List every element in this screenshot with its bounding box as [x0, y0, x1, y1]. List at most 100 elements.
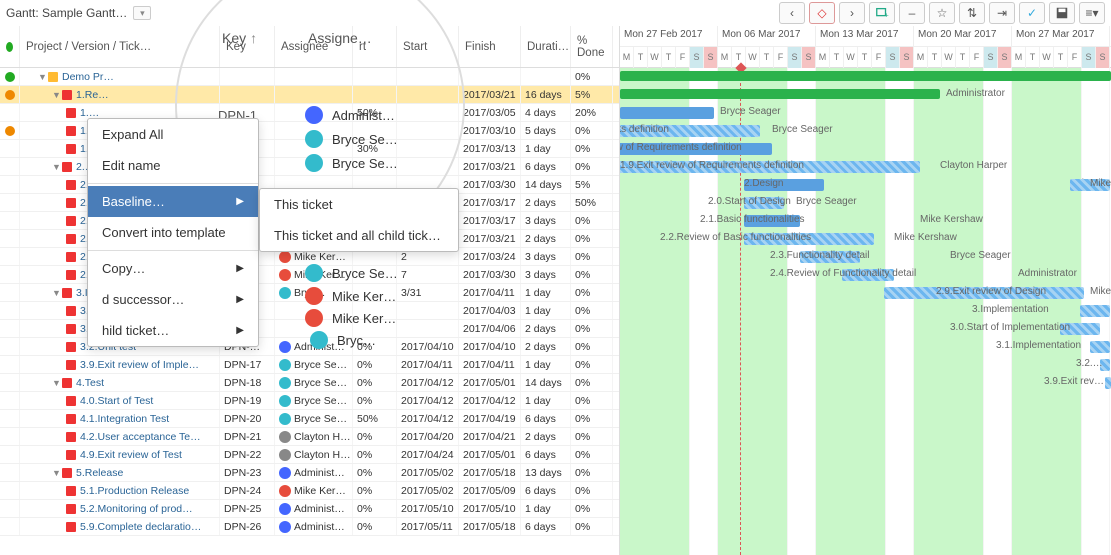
- tool-menu-button[interactable]: ≡▾: [1079, 2, 1105, 24]
- done-cell: 0%: [571, 140, 613, 157]
- assignee-header-zoom[interactable]: Assigne…: [308, 30, 372, 46]
- context-menu-item[interactable]: Edit name: [88, 150, 258, 181]
- row-name-link[interactable]: 4.0.Start of Test: [80, 395, 153, 407]
- duration-cell: 14 days: [521, 176, 571, 193]
- gantt-body[interactable]: AdministratorBryce Seagerrements definit…: [620, 68, 1111, 555]
- tool-save-button[interactable]: [1049, 2, 1075, 24]
- row-name-link[interactable]: 4.2.User acceptance Te…: [80, 431, 201, 443]
- name-cell[interactable]: 5.2.Monitoring of prod…: [20, 500, 220, 517]
- tool-dash-button[interactable]: –: [899, 2, 925, 24]
- row-name-link[interactable]: 1.…: [80, 107, 99, 119]
- tool-star-button[interactable]: ☆: [929, 2, 955, 24]
- name-cell[interactable]: 4.9.Exit review of Test: [20, 446, 220, 463]
- finish-cell: 2017/05/09: [459, 482, 521, 499]
- expand-icon[interactable]: ▼: [38, 72, 46, 82]
- context-menu-item[interactable]: Expand All: [88, 119, 258, 150]
- avatar: [279, 485, 291, 497]
- add-ticket-button[interactable]: +: [869, 2, 895, 24]
- name-cell[interactable]: 5.1.Production Release: [20, 482, 220, 499]
- start-cell: [397, 320, 459, 337]
- table-row[interactable]: ▼Demo Pr…0%: [0, 68, 619, 86]
- table-row[interactable]: ▼5.ReleaseDPN-23Administ…0%2017/05/02201…: [0, 464, 619, 482]
- name-cell[interactable]: 5.9.Complete declaratio…: [20, 518, 220, 535]
- folder-icon: [66, 216, 76, 226]
- gantt-bar[interactable]: [620, 71, 1111, 81]
- table-row[interactable]: 5.1.Production ReleaseDPN-24Mike Ker…0%2…: [0, 482, 619, 500]
- row-name-link[interactable]: 5.Release: [76, 467, 123, 479]
- table-row[interactable]: 4.9.Exit review of TestDPN-22Clayton H…0…: [0, 446, 619, 464]
- context-submenu-item[interactable]: This ticket and all child tick…: [260, 220, 458, 251]
- done-col-header[interactable]: % Done: [571, 26, 613, 67]
- nav-next-button[interactable]: ›: [839, 2, 865, 24]
- row-name-link[interactable]: 4.1.Integration Test: [80, 413, 169, 425]
- gantt-bar[interactable]: [620, 89, 940, 99]
- start-col-header[interactable]: Start: [397, 26, 459, 67]
- key-cell: DPN-24: [220, 482, 275, 499]
- table-row[interactable]: ▼4.TestDPN-18Bryce Se…0%2017/04/122017/0…: [0, 374, 619, 392]
- folder-icon: [66, 486, 76, 496]
- expand-icon[interactable]: ▼: [52, 90, 60, 100]
- duration-cell: 3 days: [521, 266, 571, 283]
- expand-icon[interactable]: ▼: [52, 162, 60, 172]
- expand-icon[interactable]: ▼: [52, 468, 60, 478]
- gantt-bar[interactable]: [1090, 341, 1110, 353]
- table-row[interactable]: 3.9.Exit review of Imple…DPN-17Bryce Se……: [0, 356, 619, 374]
- finish-cell: 2017/04/11: [459, 356, 521, 373]
- context-menu-item[interactable]: Baseline…▶: [88, 186, 258, 217]
- name-cell[interactable]: 4.0.Start of Test: [20, 392, 220, 409]
- context-menu-item[interactable]: hild ticket…▶: [88, 315, 258, 346]
- tool-expand-button[interactable]: ⇅: [959, 2, 985, 24]
- progress-cell: 50%: [353, 410, 397, 427]
- finish-cell: 2017/05/01: [459, 374, 521, 391]
- finish-cell: 2017/05/18: [459, 464, 521, 481]
- gantt-bar[interactable]: [620, 107, 714, 119]
- table-row[interactable]: 4.1.Integration TestDPN-20Bryce Se…50%20…: [0, 410, 619, 428]
- name-cell[interactable]: 3.9.Exit review of Imple…: [20, 356, 220, 373]
- name-cell[interactable]: ▼ 5.Release: [20, 464, 220, 481]
- tool-filter-button[interactable]: ✓: [1019, 2, 1045, 24]
- duration-cell: 6 days: [521, 482, 571, 499]
- row-name-link[interactable]: 3.9.Exit review of Imple…: [80, 359, 199, 371]
- gantt-label: 1.9.Exit review of Requirements definiti…: [620, 160, 804, 171]
- duration-cell: 2 days: [521, 338, 571, 355]
- context-menu-item[interactable]: d successor…▶: [88, 284, 258, 315]
- duration-col-header[interactable]: Durati…: [521, 26, 571, 67]
- table-row[interactable]: 5.9.Complete declaratio…DPN-26Administ…0…: [0, 518, 619, 536]
- expand-icon[interactable]: ▼: [52, 378, 60, 388]
- context-menu-item[interactable]: Convert into template: [88, 217, 258, 248]
- nav-today-button[interactable]: ◇: [809, 2, 835, 24]
- row-name-link[interactable]: 5.2.Monitoring of prod…: [80, 503, 193, 515]
- row-name-link[interactable]: Demo Pr…: [62, 71, 114, 83]
- table-row[interactable]: 5.2.Monitoring of prod…DPN-25Administ…0%…: [0, 500, 619, 518]
- table-row[interactable]: 4.2.User acceptance Te…DPN-21Clayton H…0…: [0, 428, 619, 446]
- tool-indent-button[interactable]: ⇥: [989, 2, 1015, 24]
- name-cell[interactable]: ▼ Demo Pr…: [20, 68, 220, 85]
- row-name-link[interactable]: 5.1.Production Release: [80, 485, 189, 497]
- key-cell: [220, 86, 275, 103]
- row-name-link[interactable]: 5.9.Complete declaratio…: [80, 521, 201, 533]
- avatar-bryce: [305, 130, 323, 148]
- gantt-bar[interactable]: [1105, 377, 1111, 389]
- finish-col-header[interactable]: Finish: [459, 26, 521, 67]
- key-cell: DPN-25: [220, 500, 275, 517]
- name-cell[interactable]: 4.2.User acceptance Te…: [20, 428, 220, 445]
- nav-prev-button[interactable]: ‹: [779, 2, 805, 24]
- context-menu-item[interactable]: Copy…▶: [88, 253, 258, 284]
- duration-cell: 2 days: [521, 428, 571, 445]
- table-row[interactable]: ▼1.Re…2017/03/2116 days5%: [0, 86, 619, 104]
- table-row[interactable]: 4.0.Start of TestDPN-19Bryce Se…0%2017/0…: [0, 392, 619, 410]
- key-header-zoom[interactable]: Key↑: [222, 30, 257, 46]
- name-cell[interactable]: 4.1.Integration Test: [20, 410, 220, 427]
- title-dropdown[interactable]: ▾: [133, 6, 151, 20]
- gantt-bar[interactable]: [1080, 305, 1110, 317]
- name-col-header[interactable]: Project / Version / Tick…: [20, 26, 220, 67]
- expand-icon[interactable]: ▼: [52, 288, 60, 298]
- gantt-label: Mike Ke: [1090, 286, 1111, 297]
- name-cell[interactable]: ▼ 4.Test: [20, 374, 220, 391]
- row-name-link[interactable]: 4.Test: [76, 377, 104, 389]
- row-name-link[interactable]: 1.Re…: [76, 89, 109, 101]
- name-cell[interactable]: ▼ 1.Re…: [20, 86, 220, 103]
- assignee-cell: Clayton H…: [275, 446, 353, 463]
- context-submenu-item[interactable]: This ticket: [260, 189, 458, 220]
- row-name-link[interactable]: 4.9.Exit review of Test: [80, 449, 182, 461]
